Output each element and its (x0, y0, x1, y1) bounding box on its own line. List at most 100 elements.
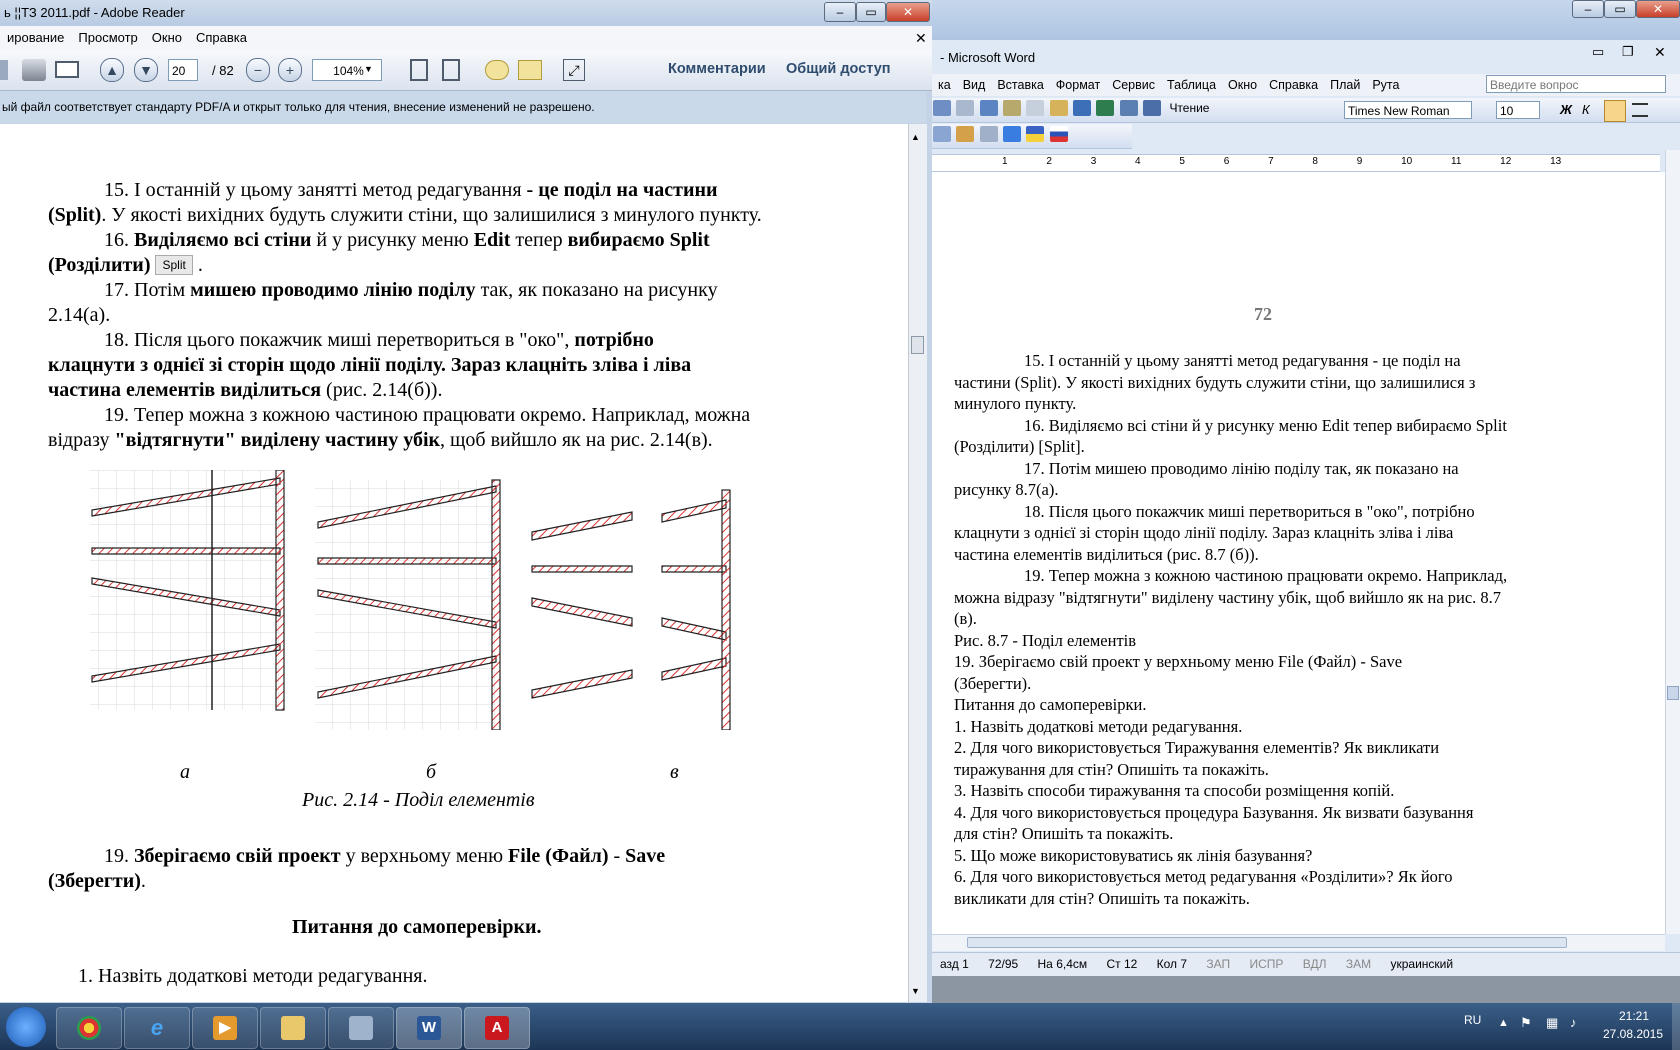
word-scroll-thumb[interactable] (1667, 686, 1679, 700)
comment-icon[interactable] (485, 60, 509, 80)
markup-icon[interactable] (518, 60, 542, 80)
taskbar-adobe[interactable]: A (464, 1007, 530, 1049)
pdf-vertical-scrollbar[interactable]: ▲ ▼ (908, 124, 927, 1002)
adobe-minimize-button[interactable]: – (824, 2, 856, 22)
start-button[interactable] (6, 1007, 46, 1047)
outer-close-button[interactable]: ✕ (1636, 0, 1680, 18)
taskbar-word[interactable]: W (396, 1007, 462, 1049)
zoom-out-icon[interactable]: − (246, 58, 270, 82)
adobe-close-button[interactable]: ✕ (886, 2, 930, 22)
outer-maximize-button[interactable]: ▭ (1604, 0, 1636, 18)
adobe-doc-close-icon[interactable]: ✕ (908, 26, 934, 50)
status-track[interactable]: ИСПР (1242, 953, 1292, 975)
font-size-select[interactable]: 10 (1496, 101, 1540, 119)
fit-page-icon[interactable] (410, 59, 428, 81)
italic-button[interactable]: К (1582, 102, 1590, 117)
horizontal-ruler[interactable]: 1 2 3 4 5 6 7 8 9 10 11 12 13 (932, 154, 1660, 172)
expand-icon[interactable]: ⤢ (563, 59, 585, 81)
save-icon[interactable] (0, 60, 8, 80)
toolbar-tool-icon[interactable] (956, 126, 975, 142)
align-left-icon[interactable] (1604, 100, 1626, 122)
status-ext[interactable]: ВДЛ (1295, 953, 1335, 975)
adobe-menu-item[interactable]: Окно (145, 26, 189, 50)
language-indicator[interactable]: RU (1464, 1013, 1481, 1027)
word-menu-item[interactable]: Таблица (1161, 74, 1222, 96)
adobe-menu-item[interactable]: Просмотр (71, 26, 144, 50)
taskbar-media[interactable]: ▶ (192, 1007, 258, 1049)
print-icon[interactable] (933, 100, 951, 116)
action-center-icon[interactable]: ⚑ (1520, 1015, 1532, 1031)
hyperlink-icon[interactable] (1096, 100, 1115, 116)
word-menu-item[interactable]: Вид (957, 74, 992, 96)
status-rec[interactable]: ЗАП (1198, 953, 1238, 975)
align-center-icon[interactable] (1632, 103, 1648, 117)
share-button[interactable]: Общий доступ (786, 61, 891, 77)
reading-button[interactable]: Чтение (1165, 101, 1213, 115)
word-vertical-scrollbar[interactable] (1665, 150, 1680, 934)
word-document-page[interactable]: 72 15. І останній у цьому занятті метод … (932, 254, 1665, 934)
word-menu-item[interactable]: Сервис (1106, 74, 1161, 96)
doc-minimize-button[interactable]: ▭ (1592, 44, 1604, 60)
toolbar-tool-icon[interactable] (933, 126, 951, 142)
next-page-icon[interactable]: ▼ (134, 58, 158, 82)
scroll-down-icon[interactable]: ▼ (911, 986, 920, 996)
word-text-line: 15. І останній у цьому занятті метод ред… (1024, 351, 1461, 370)
zoom-in-icon[interactable]: + (278, 58, 302, 82)
clock-date[interactable]: 27.08.2015 (1598, 1027, 1668, 1041)
preview-icon[interactable] (956, 100, 975, 116)
pdf-scroll-thumb[interactable] (911, 336, 924, 354)
russia-flag-icon[interactable] (1049, 126, 1068, 142)
status-ovr[interactable]: ЗАМ (1338, 953, 1379, 975)
comments-button[interactable]: Комментарии (668, 61, 766, 77)
spelling-icon[interactable] (979, 100, 998, 116)
network-icon[interactable]: ▦ (1546, 1015, 1558, 1031)
wall-c1 (531, 511, 633, 541)
wall-b-vertical (491, 479, 501, 730)
word-menu-item[interactable]: ка (932, 74, 957, 96)
adobe-maximize-button[interactable]: ▭ (856, 2, 886, 22)
doc-close-button[interactable]: ✕ (1654, 44, 1666, 61)
zoom-dropdown-icon[interactable]: ▼ (364, 64, 373, 74)
copy-icon[interactable] (1026, 100, 1045, 116)
checkmark-icon[interactable] (1003, 126, 1022, 142)
taskbar-chrome[interactable] (56, 1007, 122, 1049)
fit-width-icon[interactable] (442, 59, 460, 81)
research-icon[interactable] (1003, 100, 1022, 116)
volume-icon[interactable]: ♪ (1570, 1015, 1577, 1030)
bold-button[interactable]: Ж (1560, 102, 1572, 117)
word-menu-item[interactable]: Формат (1050, 74, 1106, 96)
status-language[interactable]: украинский (1382, 953, 1461, 975)
adobe-menu-item[interactable]: Справка (189, 26, 254, 50)
pdf-page[interactable]: 15. І останній у цьому занятті метод ред… (0, 124, 908, 1002)
word-menu-item[interactable]: Справка (1263, 74, 1324, 96)
word-menu-item[interactable]: Плай (1324, 74, 1366, 96)
word-hscroll-thumb[interactable] (967, 937, 1567, 948)
previous-page-icon[interactable]: ▲ (100, 58, 124, 82)
word-menu-item[interactable]: Рута (1366, 74, 1405, 96)
show-desktop-button[interactable] (1672, 1003, 1680, 1050)
page-number-input[interactable]: 20 (168, 59, 198, 81)
ask-question-input[interactable]: Введите вопрос (1486, 75, 1666, 93)
word-horizontal-scrollbar[interactable] (932, 934, 1665, 951)
taskbar-explorer[interactable] (260, 1007, 326, 1049)
outer-minimize-button[interactable]: – (1572, 0, 1604, 18)
email-icon[interactable] (55, 61, 79, 78)
help-icon[interactable] (1143, 100, 1162, 116)
font-name-select[interactable]: Times New Roman (1344, 101, 1472, 119)
word-menu-item[interactable]: Вставка (991, 74, 1049, 96)
scroll-up-icon[interactable]: ▲ (911, 132, 920, 142)
word-menu-item[interactable]: Окно (1222, 74, 1263, 96)
adobe-menu-item[interactable]: ирование (0, 26, 71, 50)
print-icon[interactable] (22, 59, 46, 81)
paste-icon[interactable] (1049, 100, 1068, 116)
ukraine-flag-icon[interactable] (1026, 126, 1045, 142)
doc-restore-button[interactable]: ❐ (1622, 44, 1634, 60)
tray-arrow-icon[interactable]: ▲ (1498, 1017, 1509, 1029)
table-icon[interactable] (1119, 100, 1138, 116)
undo-icon[interactable] (1073, 100, 1092, 116)
toolbar-tool-icon[interactable] (979, 126, 998, 142)
clock-time[interactable]: 21:21 (1604, 1009, 1664, 1023)
taskbar-calculator[interactable] (328, 1007, 394, 1049)
taskbar-ie[interactable]: e (124, 1007, 190, 1049)
word-text-line: 19. Зберігаємо свій проект у верхньому м… (954, 652, 1403, 671)
